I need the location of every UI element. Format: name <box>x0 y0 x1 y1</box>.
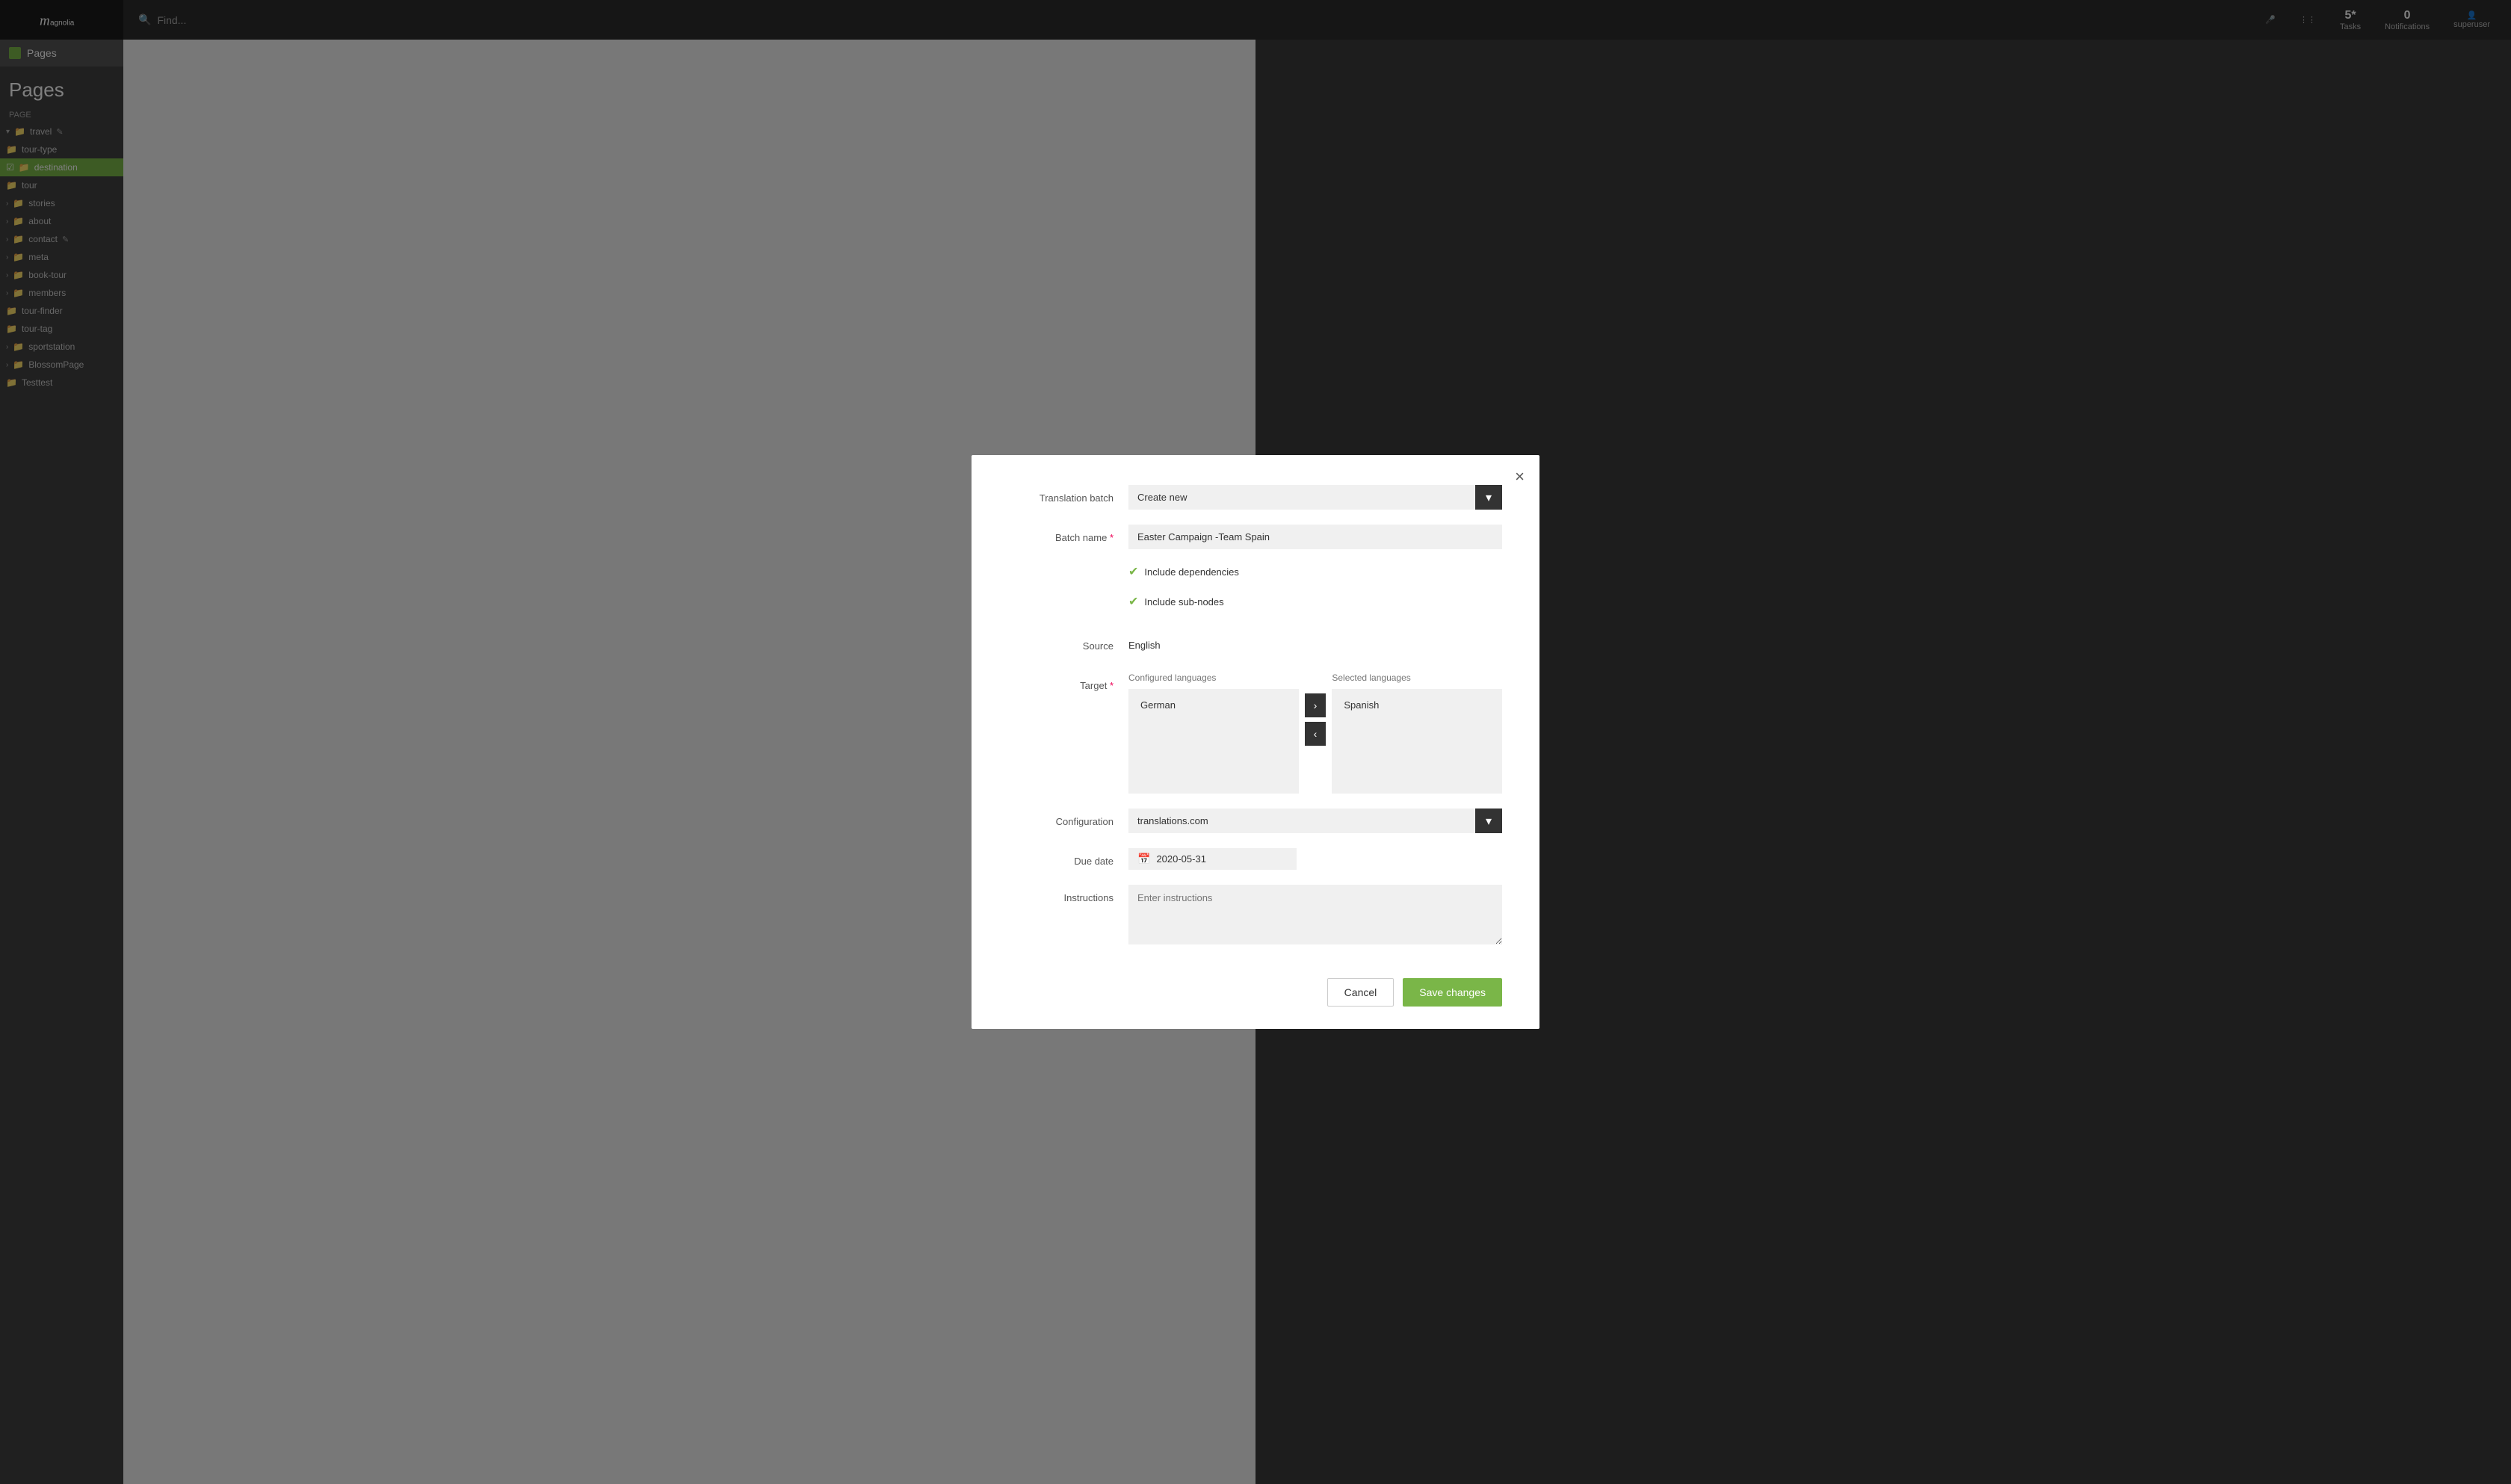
include-sub-nodes-control: ✔ Include sub-nodes <box>1128 594 1502 618</box>
due-date-input[interactable] <box>1156 853 1288 865</box>
required-indicator: * <box>1110 680 1114 691</box>
include-dependencies-control: ✔ Include dependencies <box>1128 564 1502 588</box>
lang-item-german[interactable]: German <box>1134 695 1293 715</box>
save-button[interactable]: Save changes <box>1403 978 1502 1007</box>
configuration-select-wrapper: translations.com ▾ <box>1128 809 1502 833</box>
due-date-row: Due date 📅 <box>1009 848 1502 870</box>
transfer-buttons: › ‹ <box>1305 673 1326 746</box>
translation-batch-dropdown-btn[interactable]: ▾ <box>1475 485 1502 510</box>
configuration-control: translations.com ▾ <box>1128 809 1502 833</box>
translation-batch-label: Translation batch <box>1009 485 1128 504</box>
target-container: Configured languages German › ‹ Selected… <box>1128 673 1502 794</box>
close-button[interactable]: × <box>1515 467 1525 486</box>
include-sub-nodes-checkbox-row: ✔ Include sub-nodes <box>1128 594 1502 609</box>
configured-languages-header: Configured languages <box>1128 673 1299 683</box>
translation-batch-select[interactable]: Create new <box>1128 485 1475 510</box>
move-left-button[interactable]: ‹ <box>1305 722 1326 746</box>
cancel-button[interactable]: Cancel <box>1327 978 1395 1007</box>
check-icon: ✔ <box>1128 564 1138 579</box>
include-dependencies-label[interactable]: Include dependencies <box>1144 566 1239 578</box>
batch-name-input[interactable] <box>1128 525 1502 549</box>
include-dependencies-checkbox-row: ✔ Include dependencies <box>1128 564 1502 579</box>
instructions-row: Instructions <box>1009 885 1502 948</box>
date-wrapper: 📅 <box>1128 848 1297 870</box>
translation-modal: × Translation batch Create new ▾ Batch n… <box>972 455 1539 1029</box>
calendar-icon: 📅 <box>1137 853 1150 865</box>
configuration-select[interactable]: translations.com <box>1128 809 1475 833</box>
translation-batch-select-wrapper: Create new ▾ <box>1128 485 1502 510</box>
configuration-label: Configuration <box>1009 809 1128 827</box>
source-row: Source English <box>1009 633 1502 658</box>
required-indicator: * <box>1110 532 1114 543</box>
due-date-control: 📅 <box>1128 848 1502 870</box>
source-value: English <box>1128 633 1502 658</box>
empty-label <box>1009 564 1128 572</box>
selected-languages-column: Selected languages Spanish <box>1332 673 1502 794</box>
instructions-label: Instructions <box>1009 885 1128 903</box>
configuration-dropdown-btn[interactable]: ▾ <box>1475 809 1502 833</box>
include-sub-nodes-label[interactable]: Include sub-nodes <box>1144 596 1223 607</box>
move-right-button[interactable]: › <box>1305 693 1326 717</box>
lang-item-spanish[interactable]: Spanish <box>1338 695 1496 715</box>
selected-languages-header: Selected languages <box>1332 673 1502 683</box>
empty-label2 <box>1009 594 1128 602</box>
instructions-textarea[interactable] <box>1128 885 1502 944</box>
due-date-label: Due date <box>1009 848 1128 867</box>
configuration-row: Configuration translations.com ▾ <box>1009 809 1502 833</box>
target-label: Target * <box>1009 673 1128 691</box>
target-control: Configured languages German › ‹ Selected… <box>1128 673 1502 794</box>
configured-languages-list: German <box>1128 689 1299 794</box>
modal-footer: Cancel Save changes <box>1009 966 1502 1007</box>
target-row: Target * Configured languages German › ‹… <box>1009 673 1502 794</box>
source-control: English <box>1128 633 1502 658</box>
source-label: Source <box>1009 633 1128 652</box>
check-icon: ✔ <box>1128 594 1138 609</box>
translation-batch-row: Translation batch Create new ▾ <box>1009 485 1502 510</box>
translation-batch-control: Create new ▾ <box>1128 485 1502 510</box>
include-sub-nodes-row: ✔ Include sub-nodes <box>1009 594 1502 618</box>
batch-name-row: Batch name * <box>1009 525 1502 549</box>
configured-languages-column: Configured languages German <box>1128 673 1299 794</box>
batch-name-label: Batch name * <box>1009 525 1128 543</box>
instructions-control <box>1128 885 1502 948</box>
selected-languages-list: Spanish <box>1332 689 1502 794</box>
include-dependencies-row: ✔ Include dependencies <box>1009 564 1502 588</box>
batch-name-control <box>1128 525 1502 549</box>
